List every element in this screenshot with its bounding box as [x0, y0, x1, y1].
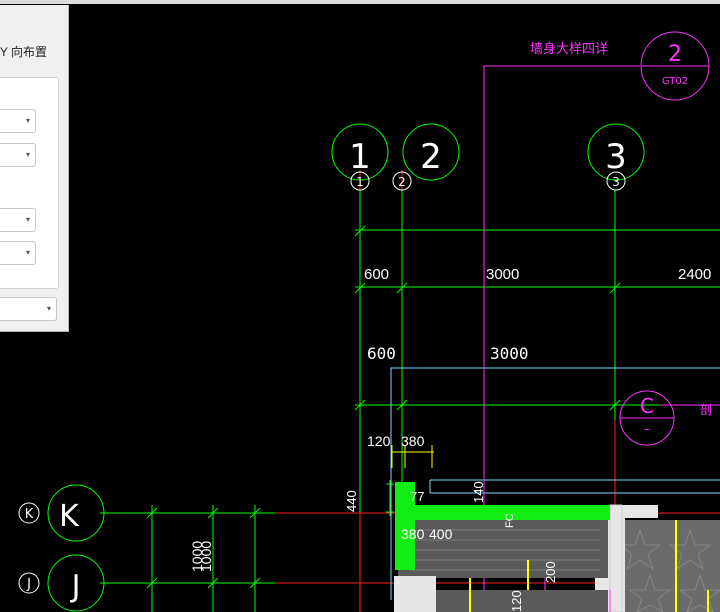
- dim-380b: 380: [401, 526, 425, 542]
- dim-120b: 120: [509, 590, 524, 612]
- dropdown-5[interactable]: ▾: [0, 297, 57, 321]
- dim-second-600: 600: [367, 344, 396, 363]
- dim-440: 440: [344, 490, 359, 512]
- partial-label: 剖: [700, 403, 712, 417]
- section-sub: –: [644, 422, 650, 436]
- wall-section: [394, 482, 720, 612]
- axis-j-small: J: [26, 577, 31, 592]
- axis-2-small: 2: [398, 175, 406, 189]
- chevron-down-icon: ▾: [25, 215, 30, 224]
- dim-top-2400: 2400: [678, 266, 711, 283]
- dim-top-600: 600: [364, 266, 389, 283]
- axis-1-small: 1: [356, 175, 364, 189]
- axis-k-label: K: [59, 499, 80, 534]
- axis-3-label: 3: [605, 137, 627, 177]
- axis-3-small: 3: [612, 175, 620, 189]
- section-mark: C: [640, 394, 654, 418]
- panel-heading: Y 向布置: [0, 45, 47, 59]
- dim-380: 380: [401, 433, 425, 449]
- dropdown-2[interactable]: ▾: [0, 143, 36, 167]
- detail-bubbles: [619, 31, 710, 446]
- dropdown-1[interactable]: ▾: [0, 109, 36, 133]
- fc-label: FC: [504, 513, 516, 528]
- dim-second-3000: 3000: [490, 344, 529, 363]
- dim-1000b: 1000: [198, 541, 214, 572]
- chevron-down-icon: ▾: [25, 150, 30, 159]
- chevron-down-icon: ▾: [25, 116, 30, 125]
- axis-j-label: J: [70, 569, 81, 604]
- dim-400: 400: [429, 526, 453, 542]
- property-panel[interactable]: Y 向布置 ▾ ▾ ▾ ▾ ▾: [0, 5, 69, 332]
- top-dimension-lines: [354, 190, 720, 512]
- dim-top-3000: 3000: [486, 266, 519, 283]
- dim-140: 140: [471, 481, 486, 503]
- detail-sheet: GT02: [662, 76, 688, 87]
- dim-200: 200: [543, 561, 558, 583]
- cad-drawing-canvas[interactable]: 墙身大样四详 2 GT02 C – 剖 1 2 3 1 2 3 K J K J …: [0, 0, 720, 612]
- axis-2-label: 2: [420, 137, 442, 177]
- detail-title: 墙身大样四详: [530, 41, 608, 57]
- dropdown-3[interactable]: ▾: [0, 208, 36, 232]
- detail-number: 2: [668, 42, 682, 67]
- axis-1-label: 1: [349, 137, 371, 177]
- dim-120: 120: [367, 433, 391, 449]
- chevron-down-icon: ▾: [25, 248, 30, 257]
- axis-k-small: K: [25, 507, 34, 522]
- dropdown-4[interactable]: ▾: [0, 241, 36, 265]
- dim-77: 77: [410, 489, 424, 504]
- chevron-down-icon: ▾: [46, 304, 51, 313]
